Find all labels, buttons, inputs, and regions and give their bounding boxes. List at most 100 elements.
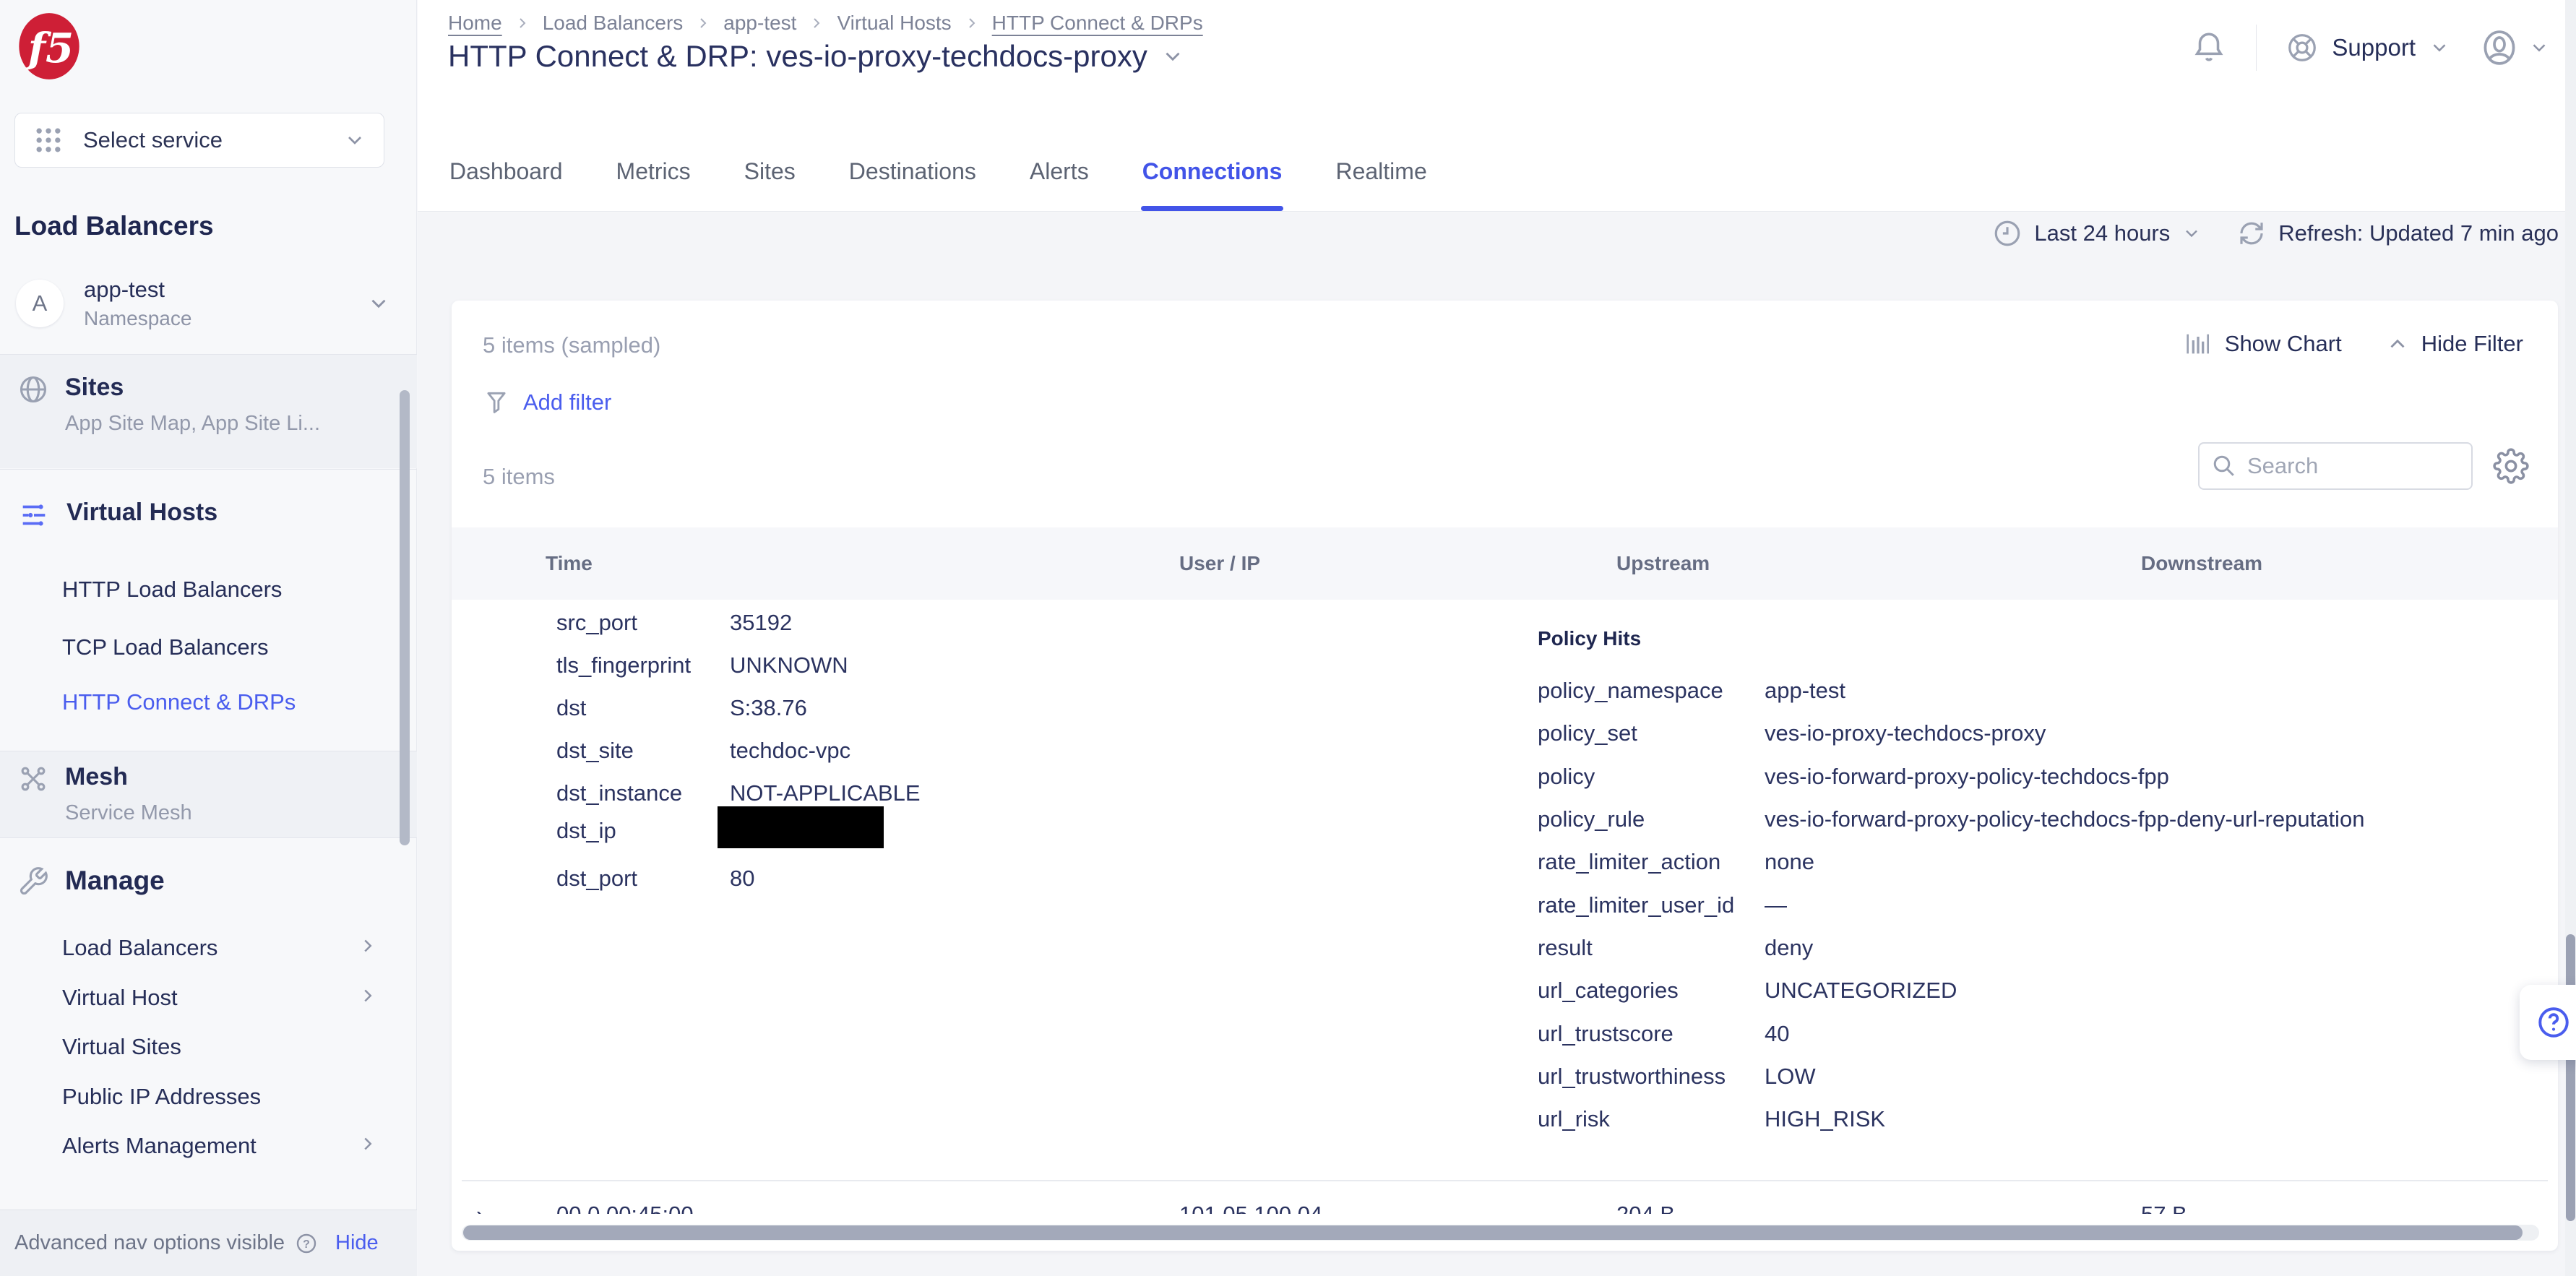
add-filter-label: Add filter — [523, 389, 611, 415]
app-window: f5 Select service Load Balancers A app-t… — [0, 0, 2576, 1276]
sidebar-group-virtual-hosts-header[interactable]: Virtual Hosts — [0, 470, 417, 532]
show-chart-button[interactable]: Show Chart — [2184, 329, 2342, 358]
breadcrumb-app-test[interactable]: app-test — [723, 12, 796, 35]
policy-value: LOW — [1765, 1064, 1816, 1090]
account-menu[interactable] — [2479, 27, 2550, 68]
row-expand-caret-icon[interactable]: › — [476, 1202, 483, 1214]
row-user-ip: 101.05.100.04 — [1179, 1202, 1322, 1214]
sidebar-item-manage-virtual-sites[interactable]: Virtual Sites — [62, 1034, 181, 1060]
breadcrumb-home[interactable]: Home — [448, 12, 502, 35]
sidebar-group-subtitle: App Site Map, App Site Li... — [65, 412, 320, 436]
lifebuoy-icon — [2286, 31, 2319, 64]
policy-value: ves-io-forward-proxy-policy-techdocs-fpp — [1765, 764, 2169, 790]
hide-filter-label: Hide Filter — [2421, 331, 2523, 357]
sidebar-item-tcp-load-balancers[interactable]: TCP Load Balancers — [62, 634, 268, 660]
tab-dashboard[interactable]: Dashboard — [448, 132, 564, 211]
wrench-icon — [17, 866, 49, 897]
svg-text:f5: f5 — [25, 25, 74, 72]
sidebar-item-manage-virtual-host[interactable]: Virtual Host — [62, 985, 178, 1011]
chevron-down-icon — [366, 291, 391, 316]
column-header-downstream[interactable]: Downstream — [2141, 552, 2262, 575]
question-circle-icon — [2536, 1004, 2572, 1040]
select-service-dropdown[interactable]: Select service — [14, 113, 384, 168]
sidebar-item-http-connect-drps[interactable]: HTTP Connect & DRPs — [62, 689, 296, 715]
column-header-time[interactable]: Time — [546, 552, 593, 575]
tab-connections[interactable]: Connections — [1141, 132, 1284, 211]
refresh-button[interactable]: Refresh: Updated 7 min ago — [2236, 218, 2559, 249]
sidebar-group-title: Manage — [65, 866, 165, 897]
search-input[interactable] — [2247, 453, 2460, 479]
sidebar-item-manage-public-ip[interactable]: Public IP Addresses — [62, 1084, 261, 1110]
detail-key: dst_ip — [556, 818, 616, 844]
detail-key: dst — [556, 695, 586, 721]
policy-key: url_trustworthiness — [1538, 1064, 1726, 1090]
breadcrumb-virtual-hosts[interactable]: Virtual Hosts — [837, 12, 951, 35]
namespace-selector[interactable]: A app-test Namespace — [0, 266, 417, 341]
sidebar-item-manage-load-balancers[interactable]: Load Balancers — [62, 935, 217, 961]
add-filter-button[interactable]: Add filter — [483, 389, 611, 416]
column-header-upstream[interactable]: Upstream — [1616, 552, 1710, 575]
tab-bar: Dashboard Metrics Sites Destinations Ale… — [448, 132, 1429, 211]
help-button[interactable] — [2520, 985, 2576, 1060]
chevron-down-icon — [343, 129, 366, 152]
tab-metrics[interactable]: Metrics — [615, 132, 692, 211]
time-range-dropdown[interactable]: Last 24 hours — [1992, 218, 2202, 249]
sidebar-scrollbar[interactable] — [400, 390, 410, 845]
settings-button[interactable] — [2493, 448, 2529, 484]
sidebar-item-http-load-balancers[interactable]: HTTP Load Balancers — [62, 577, 282, 603]
notifications-bell-icon[interactable] — [2191, 28, 2227, 67]
chevron-down-icon[interactable] — [1160, 44, 1185, 69]
policy-value: — — [1765, 892, 1787, 918]
namespace-kind: Namespace — [84, 307, 346, 330]
policy-key: result — [1538, 935, 1593, 961]
horizontal-scrollbar-thumb[interactable] — [463, 1225, 2523, 1240]
chevron-down-icon — [2181, 223, 2202, 243]
support-menu[interactable]: Support — [2286, 31, 2450, 64]
breadcrumb-load-balancers[interactable]: Load Balancers — [543, 12, 684, 35]
column-header-user-ip[interactable]: User / IP — [1179, 552, 1260, 575]
hide-nav-link[interactable]: Hide — [335, 1231, 379, 1255]
table-header: Time User / IP Upstream Downstream — [452, 527, 2558, 600]
vertical-scrollbar — [2565, 0, 2576, 1276]
detail-key: dst_instance — [556, 780, 682, 806]
tab-realtime[interactable]: Realtime — [1334, 132, 1428, 211]
tab-destinations[interactable]: Destinations — [848, 132, 978, 211]
page-title: HTTP Connect & DRP: ves-io-proxy-techdoc… — [448, 39, 1147, 74]
vertical-scrollbar-thumb[interactable] — [2566, 934, 2575, 1221]
policy-hits-title: Policy Hits — [1538, 627, 1641, 650]
tab-sites[interactable]: Sites — [743, 132, 797, 211]
gear-icon — [2493, 448, 2529, 484]
sidebar-group-mesh[interactable]: Mesh Service Mesh — [0, 751, 417, 838]
breadcrumb-http-connect-drps[interactable]: HTTP Connect & DRPs — [992, 12, 1203, 35]
row-upstream: 204 B — [1616, 1202, 1675, 1214]
header-divider — [2256, 25, 2257, 71]
select-service-label: Select service — [83, 127, 324, 153]
clock-icon — [1992, 218, 2023, 249]
hide-filter-button[interactable]: Hide Filter — [2385, 329, 2523, 358]
sidebar-group-sites[interactable]: Sites App Site Map, App Site Li... — [0, 354, 417, 468]
refresh-label: Refresh: Updated 7 min ago — [2278, 220, 2559, 246]
user-avatar-icon — [2479, 27, 2520, 68]
breadcrumb-separator-icon — [694, 14, 712, 32]
help-circle-icon[interactable]: ? — [295, 1232, 318, 1255]
sidebar-group-manage-header[interactable]: Manage — [0, 838, 417, 897]
row-downstream: 57 B — [2141, 1202, 2187, 1214]
policy-key: policy_set — [1538, 720, 1637, 746]
connections-panel: 5 items (sampled) Show Chart Hide Filter — [452, 301, 2558, 1251]
time-range-label: Last 24 hours — [2034, 220, 2170, 246]
detail-key: dst_port — [556, 866, 637, 892]
tab-alerts[interactable]: Alerts — [1028, 132, 1090, 211]
chevron-right-icon — [357, 935, 379, 957]
detail-key: tls_fingerprint — [556, 652, 691, 678]
bar-chart-icon — [2184, 329, 2213, 358]
namespace-avatar: A — [16, 280, 64, 327]
policy-value: app-test — [1765, 678, 1845, 704]
funnel-icon — [483, 389, 510, 416]
search-box — [2198, 442, 2473, 490]
virtual-hosts-icon — [17, 499, 51, 532]
sidebar-item-manage-alerts[interactable]: Alerts Management — [62, 1133, 257, 1159]
chevron-right-icon — [357, 985, 379, 1006]
table-row[interactable]: › 00.0 00:45:00 101.05.100.04 204 B 57 B — [452, 1189, 2558, 1214]
detail-value: UNKNOWN — [730, 652, 848, 678]
f5-logo[interactable]: f5 — [13, 10, 85, 82]
